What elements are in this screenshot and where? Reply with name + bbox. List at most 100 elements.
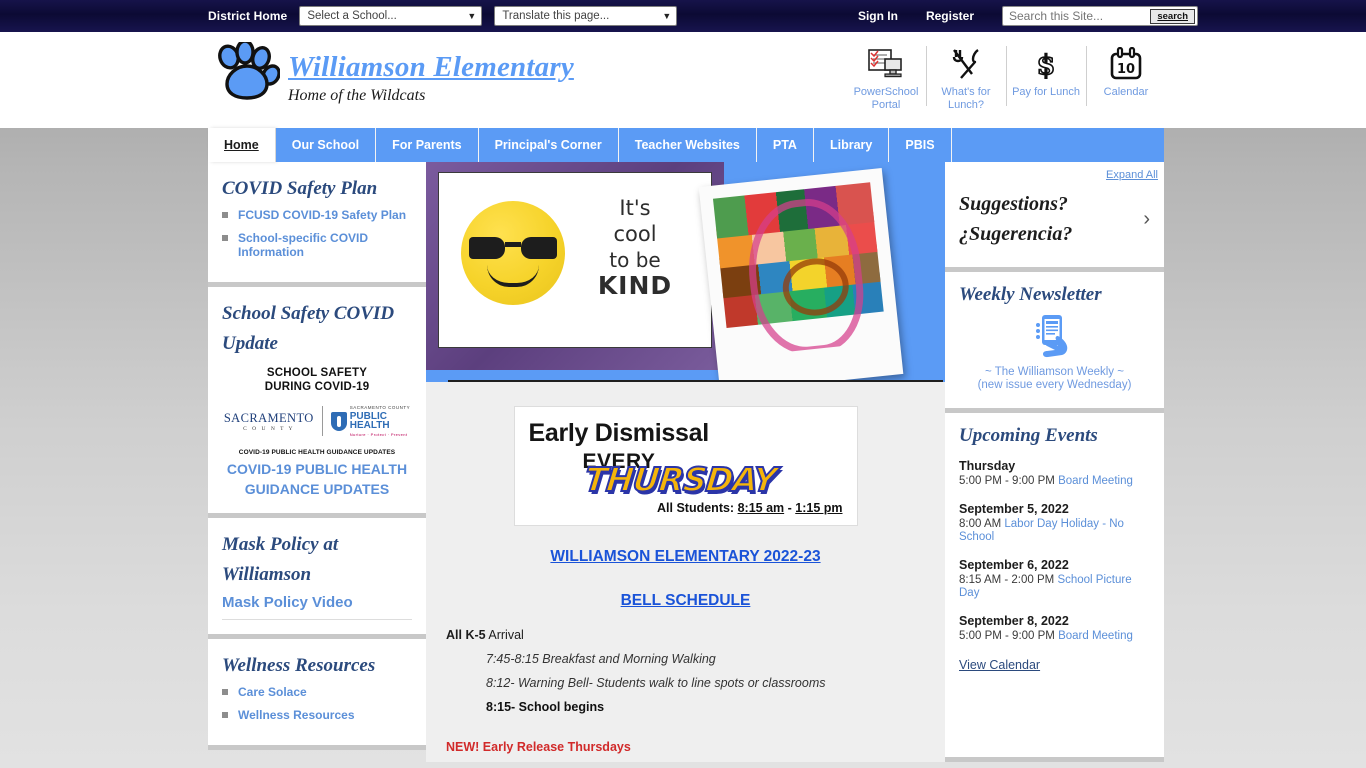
top-utility-bar: District Home Select a School... ▼ Trans… [0,0,1366,32]
student-artwork-polaroid [698,167,904,382]
paw-print-logo-icon [218,42,280,100]
event-details: 8:00 AM Labor Day Holiday - No School [959,518,1150,545]
bell-schedule-heading-1[interactable]: WILLIAMSON ELEMENTARY 2022-23 [446,544,925,570]
link-covid-guidance-updates[interactable]: COVID-19 PUBLIC HEALTH GUIDANCE UPDATES [222,459,412,499]
card-title: Wellness Resources [222,655,376,676]
schedule-item: 7:45-8:15 Breakfast and Morning Walking [486,652,716,666]
school-select-dropdown[interactable]: Select a School... ▼ [299,6,483,26]
quicklink-powerschool-portal[interactable]: PowerSchool Portal [846,42,926,111]
hand-holding-phone-icon[interactable] [959,312,1150,358]
poster-inner: It's cool to be KIND [438,172,712,348]
banner-line-3: THURSDAY [581,459,778,500]
svg-text:$: $ [1037,50,1056,81]
event-link[interactable]: Board Meeting [1058,630,1133,642]
suggestions-line-1: Suggestions? [959,193,1068,215]
event-details: 5:00 PM - 9:00 PM Board Meeting [959,630,1150,644]
event-date: September 8, 2022 [959,613,1069,628]
event-time: 5:00 PM - 9:00 PM [959,475,1059,487]
nav-item-for-parents[interactable]: For Parents [376,128,479,162]
card-title: Weekly Newsletter [959,284,1102,305]
banner-line-4: All Students: 8:15 am - 1:15 pm [529,501,842,515]
link-fcusd-covid-plan[interactable]: FCUSD COVID-19 Safety Plan [238,208,406,222]
school-name-link[interactable]: Williamson Elementary [288,50,574,84]
event-date: Thursday [959,459,1016,473]
poster-line-4: KIND [597,271,673,300]
card-title: Upcoming Events [959,425,1098,446]
quicklink-calendar[interactable]: 10 Calendar [1086,42,1166,111]
link-school-specific-covid[interactable]: School-specific COVID Information [238,231,368,259]
site-search: search [1002,6,1198,26]
bell-schedule-heading-2[interactable]: BELL SCHEDULE [446,588,925,614]
nav-item-pta[interactable]: PTA [756,128,814,162]
event-link[interactable]: Board Meeting [1058,475,1133,487]
agency-logos: SACRAMENTO C O U N T Y SACRAMENTO COUNTY… [222,403,412,439]
register-link[interactable]: Register [926,9,974,23]
new-early-release-notice: NEW! Early Release Thursdays [446,740,631,754]
nav-item-home[interactable]: Home [208,128,276,162]
event-date: September 5, 2022 [959,501,1069,516]
poster-line-3: to be [609,248,661,272]
arrival-label: Arrival [485,628,524,642]
quicklink-whats-for-lunch[interactable]: What's for Lunch? [926,42,1006,111]
graphic-line-1: SCHOOL SAFETY [266,367,368,379]
chevron-right-icon[interactable]: › [1143,208,1150,231]
link-mask-policy-video[interactable]: Mask Policy Video [222,594,412,620]
header-quicklinks: PowerSchool Portal What's for Lunch? $ P… [846,42,1166,111]
quicklink-label: What's for Lunch? [941,86,991,111]
public-health-text: SACRAMENTO COUNTY PUBLIC HEALTH Nurture … [350,403,410,439]
hero-divider [448,380,943,382]
suggestions-card[interactable]: Suggestions? ¿Sugerencia? › [945,183,1164,272]
search-input[interactable] [1009,8,1139,24]
list-item: FCUSD COVID-19 Safety Plan [222,208,412,222]
school-safety-graphic: SCHOOL SAFETY DURING COVID-19 SACRAMENTO… [222,363,412,456]
nav-item-principals-corner[interactable]: Principal's Corner [478,128,619,162]
bell-schedule-list: All K-5 Arrival 7:45-8:15 Breakfast and … [446,628,925,754]
translate-select-dropdown[interactable]: Translate this page... ▼ [494,6,678,26]
event-details: 5:00 PM - 9:00 PM Board Meeting [959,475,1150,489]
smiley-face-graphic [461,201,565,305]
event-item: September 8, 2022 5:00 PM - 9:00 PM Boar… [959,614,1150,644]
public-health-logo: SACRAMENTO COUNTY PUBLIC HEALTH Nurture … [330,403,410,439]
school-tagline: Home of the Wildcats [288,87,426,104]
poster-line-2: cool [613,222,657,246]
brand-block: Williamson Elementary Home of the Wildca… [214,42,574,105]
brand-text: Williamson Elementary Home of the Wildca… [288,42,574,105]
event-details: 8:15 AM - 2:00 PM School Picture Day [959,574,1150,601]
nav-item-pbis[interactable]: PBIS [889,128,952,162]
view-calendar-link[interactable]: View Calendar [959,658,1040,672]
quicklink-pay-for-lunch[interactable]: $ Pay for Lunch [1006,42,1086,111]
lens-left [469,237,505,259]
mask-policy-card: Mask Policy at Williamson Mask Policy Vi… [208,518,426,639]
nav-item-library[interactable]: Library [813,128,890,162]
link-wellness-resources[interactable]: Wellness Resources [238,708,355,722]
district-home-link[interactable]: District Home [208,9,287,23]
newsletter-sub-line-1: ~ The Williamson Weekly ~ [985,366,1124,378]
chevron-down-icon: ▼ [662,11,672,21]
banner-line-1: Early Dismissal [528,419,710,447]
expand-all-link[interactable]: Expand All [1106,169,1158,181]
quicklink-label: PowerSchool Portal [853,86,919,111]
event-time: 8:15 AM - 2:00 PM [959,573,1058,586]
nav-item-our-school[interactable]: Our School [275,128,377,162]
suggestions-text: Suggestions? ¿Sugerencia? [959,189,1072,249]
chevron-down-icon: ▼ [467,11,477,21]
dollar-sign-icon: $ [1010,44,1082,84]
nav-item-teacher-websites[interactable]: Teacher Websites [618,128,757,162]
hero-slideshow[interactable]: It's cool to be KIND [426,162,945,382]
school-select-value: Select a School... [307,10,397,22]
newsletter-sub-line-2: (new issue every Wednesday) [977,379,1132,391]
card-title: School Safety COVID Update [222,303,395,354]
main-content: It's cool to be KIND Early Dismissal EVE… [426,162,945,762]
logo-text-main: SACRAMENTO [223,410,314,425]
shield-icon [330,411,347,431]
covid-safety-plan-card: COVID Safety Plan FCUSD COVID-19 Safety … [208,162,426,287]
quicklink-label: Pay for Lunch [1012,86,1080,98]
graphic-line-2: DURING COVID-19 [264,381,370,393]
link-care-solace[interactable]: Care Solace [238,685,307,699]
list-item: School-specific COVID Information [222,231,412,259]
logo-text-sub: C O U N T Y [243,425,295,432]
search-button[interactable]: search [1150,9,1195,24]
ph-line-4: Nurture · Protect · Prevent [349,432,408,437]
sacramento-county-logo: SACRAMENTO C O U N T Y [224,411,314,432]
sign-in-link[interactable]: Sign In [858,9,898,23]
